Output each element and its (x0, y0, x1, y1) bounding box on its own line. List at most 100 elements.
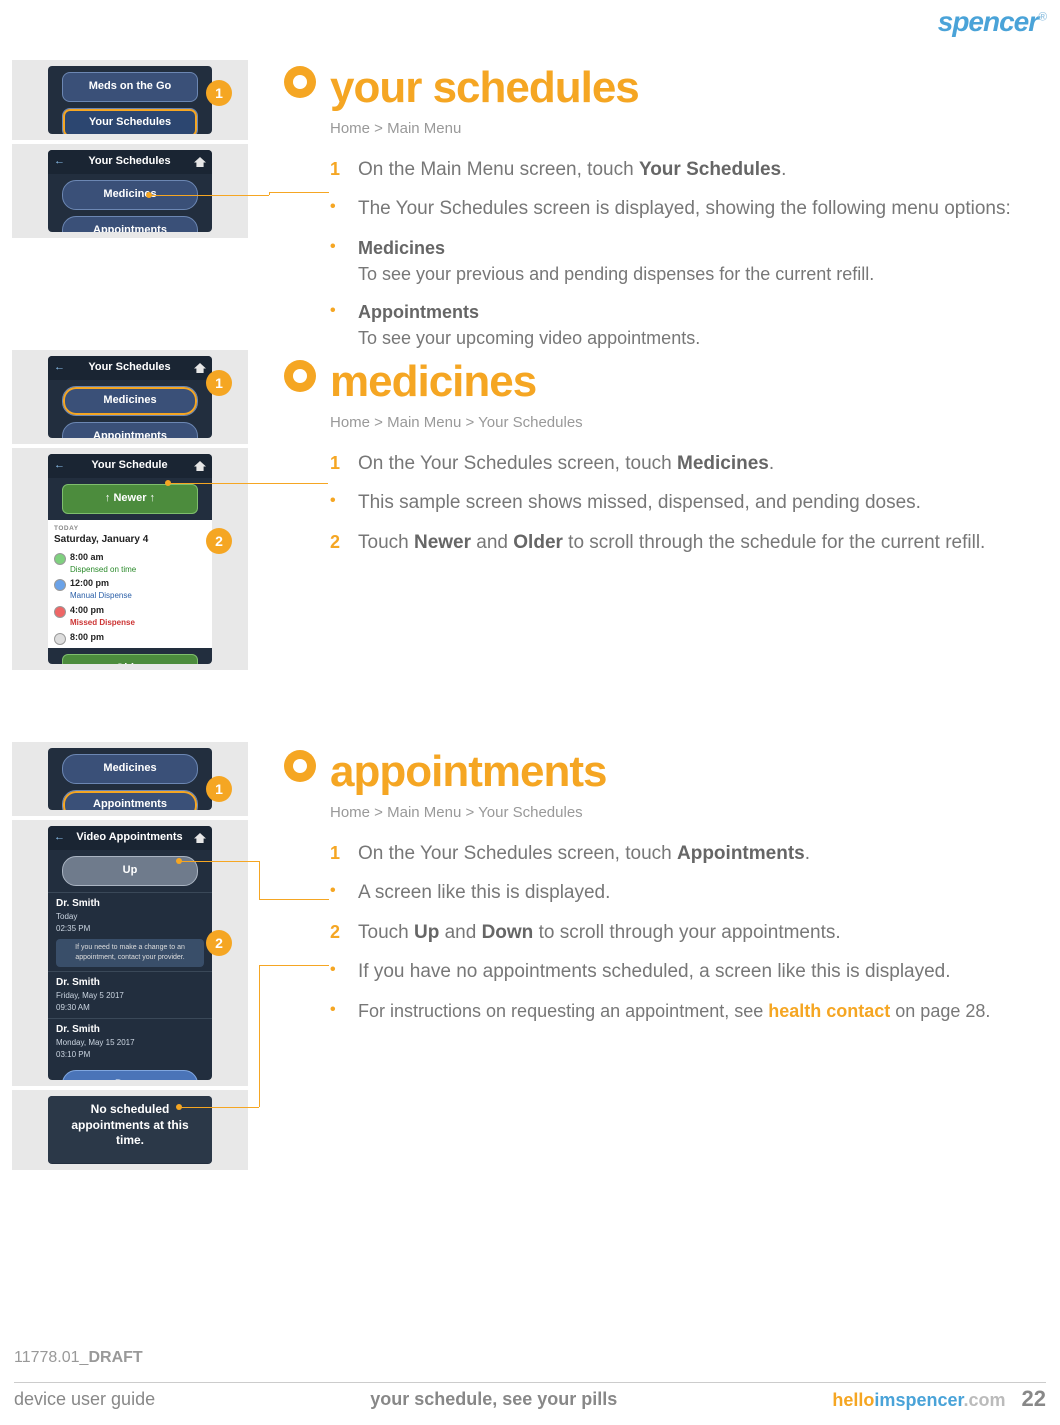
dose-status: Missed Dispense (70, 617, 135, 629)
schedule-date: Saturday, January 4 (54, 533, 206, 548)
step-text: On the Your Schedules screen, touch Medi… (358, 450, 774, 478)
status-icon (54, 633, 66, 645)
section-bullet-icon (284, 360, 316, 392)
appointment-name: Dr. Smith (56, 897, 204, 912)
back-icon: ← (54, 458, 65, 474)
step-text: This sample screen shows missed, dispens… (358, 489, 921, 517)
back-icon: ← (54, 154, 65, 170)
schedule-row: 8:00 amDispensed on time (54, 550, 206, 577)
step-number: 1 (330, 840, 344, 868)
schedule-row: 4:00 pmMissed Dispense (54, 603, 206, 630)
appointment-date: Friday, May 5 2017 (56, 990, 204, 1002)
step-bullet: • This sample screen shows missed, dispen… (330, 489, 1046, 517)
screenshot-schedules-med: ←Your Schedules Medicines Appointments (12, 350, 248, 444)
step-number: 2 (330, 529, 344, 557)
callout-1: 1 (206, 776, 232, 802)
step-text: For instructions on requesting an appoin… (358, 998, 990, 1024)
footer-url: helloimspencer.com (832, 1387, 1005, 1413)
bullet-icon: • (330, 879, 344, 907)
sub-title: Appointments (358, 302, 479, 322)
sub-title: Medicines (358, 238, 445, 258)
step-text: A screen like this is displayed. (358, 879, 610, 907)
dose-status: Dispensed on time (70, 564, 136, 576)
brand-logo: spencer® (938, 2, 1046, 43)
newer-button: ↑ Newer ↑ (62, 484, 198, 514)
status-icon (54, 579, 66, 591)
bullet-icon: • (330, 998, 344, 1024)
menu-item: Appointments (62, 216, 198, 232)
menu-item: Medicines (62, 754, 198, 784)
appointment-date: Monday, May 15 2017 (56, 1037, 204, 1049)
callout-1: 1 (206, 80, 232, 106)
dose-status: Manual Dispense (70, 590, 132, 602)
bullet-icon: • (330, 235, 344, 287)
home-icon (194, 363, 206, 373)
step-number: 2 (330, 919, 344, 947)
dose-time: 12:00 pm (70, 577, 132, 590)
screenshot-your-schedule: ← Your Schedule ↑ Newer ↑ TODAY Saturday,… (12, 448, 248, 670)
callout-2: 2 (206, 528, 232, 554)
appointment-note: If you need to make a change to an appoi… (56, 939, 204, 967)
step-text: On the Main Menu screen, touch Your Sche… (358, 156, 786, 184)
screen-title: Your Schedule (71, 458, 188, 474)
screen-title: Your Schedules (71, 360, 188, 376)
dose-time: 4:00 pm (70, 604, 135, 617)
appointment-time: 02:35 PM (56, 923, 204, 935)
footer-left: device user guide (14, 1386, 155, 1412)
step-subitem: •MedicinesTo see your previous and pendi… (330, 235, 1046, 287)
step-numbered: 1 On the Your Schedules screen, touch App… (330, 840, 1046, 868)
dose-time: 8:00 am (70, 551, 136, 564)
menu-item-selected: Medicines (62, 386, 198, 416)
breadcrumb: Home > Main Menu > Your Schedules (330, 802, 606, 824)
home-icon (194, 833, 206, 843)
bullet-icon: • (330, 195, 344, 223)
step-subitem: • AppointmentsTo see your upcoming video … (330, 299, 1046, 351)
step-numbered: 2Touch Newer and Older to scroll through… (330, 529, 1046, 557)
bullet-icon: • (330, 958, 344, 986)
section-title: your schedules (330, 56, 639, 120)
step-text: Touch Up and Down to scroll through your… (358, 919, 841, 947)
step-subitem: • For instructions on requesting an appoi… (330, 998, 1046, 1024)
step-text: The Your Schedules screen is displayed, … (358, 195, 1011, 223)
step-bullet: • A screen like this is displayed. (330, 879, 1046, 907)
screenshot-your-schedules: ←Your Schedules Medicines Appointments (12, 144, 248, 238)
step-number: 1 (330, 156, 344, 184)
schedule-row: 8:00 pm (54, 630, 206, 646)
page-number: 22 (1022, 1383, 1046, 1415)
step-numbered: 2 Touch Up and Down to scroll through you… (330, 919, 1046, 947)
bullet-icon: • (330, 489, 344, 517)
screen-title: Video Appointments (71, 830, 188, 846)
bullet-icon: • (330, 299, 344, 351)
step-text: If you have no appointments scheduled, a… (358, 958, 951, 986)
step-bullet: • If you have no appointments scheduled, … (330, 958, 1046, 986)
section-title: appointments (330, 740, 606, 804)
step-text: AppointmentsTo see your upcoming video a… (358, 299, 700, 351)
screenshot-no-appointments: No scheduled appointments at this time. (12, 1090, 248, 1170)
appointment-time: 09:30 AM (56, 1002, 204, 1014)
menu-item: Meds on the Go (62, 72, 198, 102)
menu-item-selected: Your Schedules (62, 108, 198, 134)
dose-time: 8:00 pm (70, 631, 104, 644)
menu-item-selected: Appointments (62, 790, 198, 810)
appointment-item: Dr. SmithFriday, May 5 201709:30 AM (48, 971, 212, 1018)
down-button: Down (62, 1070, 198, 1080)
step-text: On the Your Schedules screen, touch Appo… (358, 840, 810, 868)
section-bullet-icon (284, 66, 316, 98)
footer-mid: your schedule, see your pills (370, 1386, 617, 1412)
step-number: 1 (330, 450, 344, 478)
section-appointments: appointments Home > Main Menu > Your Sch… (284, 740, 1046, 1036)
older-button: ↓ Older ↓ (62, 654, 198, 664)
home-icon (194, 461, 206, 471)
home-icon (194, 157, 206, 167)
appointment-name: Dr. Smith (56, 976, 204, 991)
appointment-item: Dr. SmithMonday, May 15 201703:10 PM (48, 1018, 212, 1065)
section-bullet-icon (284, 750, 316, 782)
draft-code: 11778.01_DRAFT (14, 1346, 143, 1369)
callout-1: 1 (206, 370, 232, 396)
today-label: TODAY (54, 524, 206, 533)
back-icon: ← (54, 360, 65, 376)
step-numbered: 1 On the Main Menu screen, touch Your Sch… (330, 156, 1046, 184)
step-bullet: • The Your Schedules screen is displayed,… (330, 195, 1046, 223)
schedule-row: 12:00 pmManual Dispense (54, 576, 206, 603)
breadcrumb: Home > Main Menu > Your Schedules (330, 412, 583, 434)
